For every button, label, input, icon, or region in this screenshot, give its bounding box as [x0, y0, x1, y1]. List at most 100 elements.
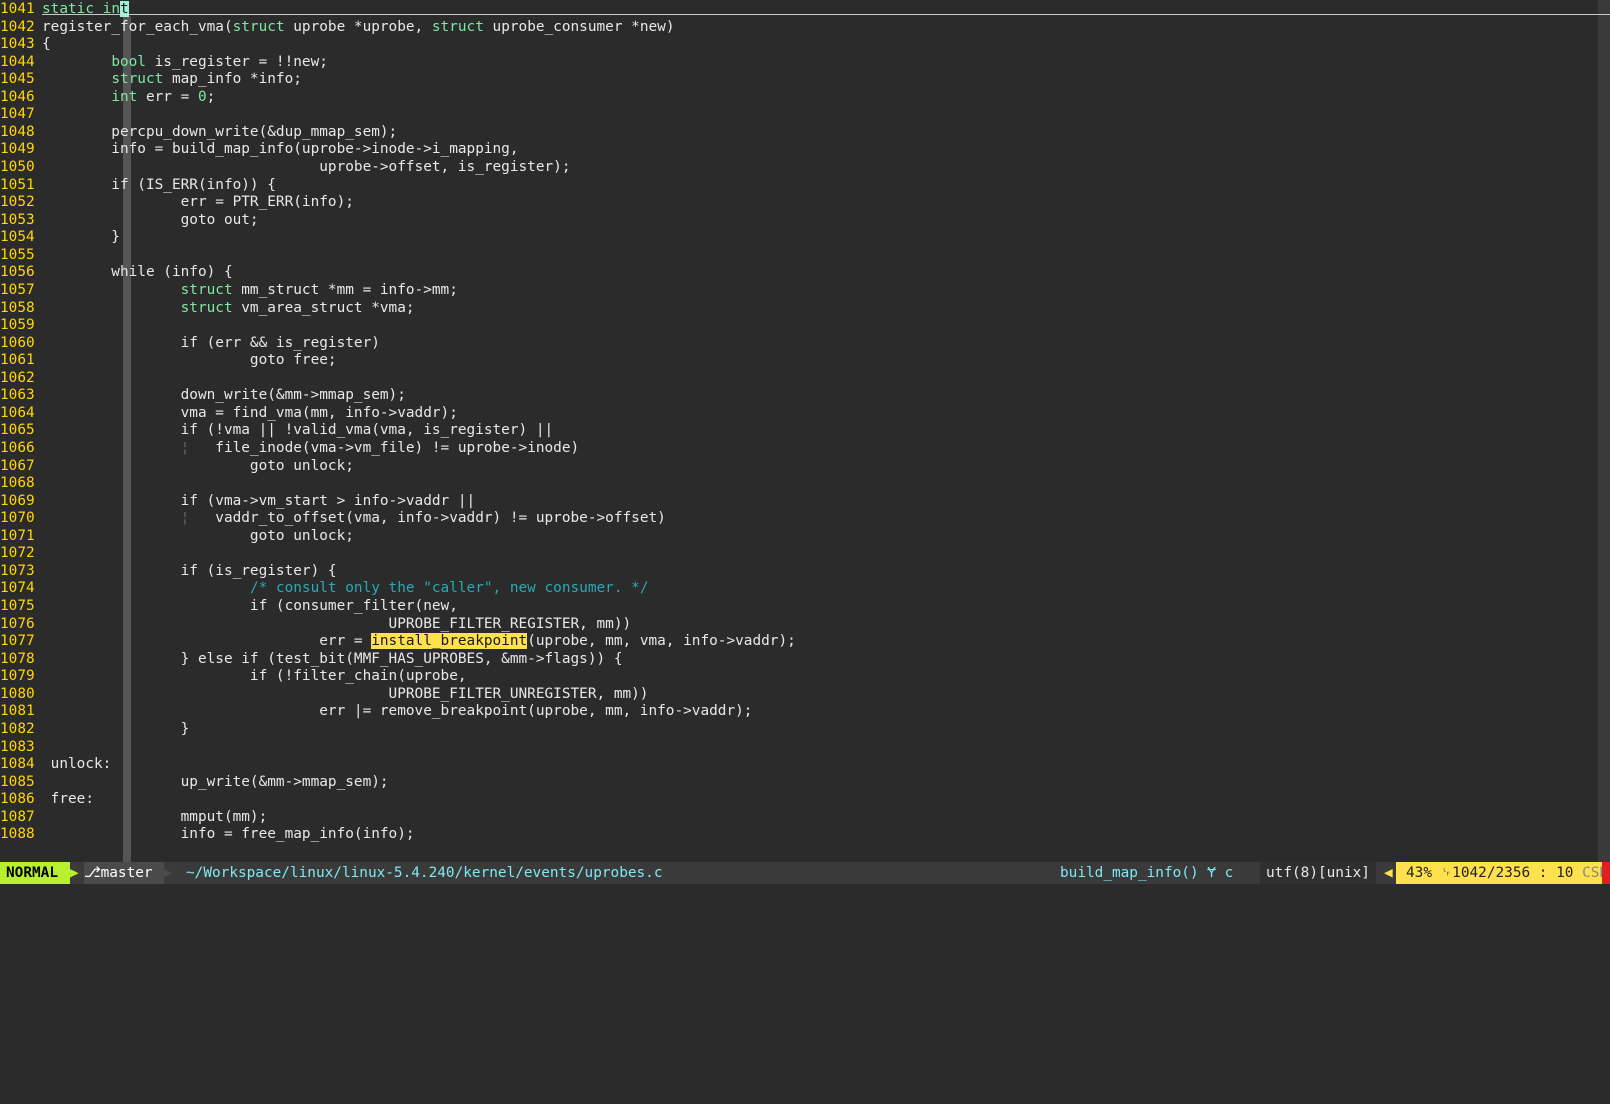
code-line[interactable]: 1085 up_write(&mm->mmap_sem); — [0, 773, 389, 791]
error-marker — [1602, 862, 1610, 884]
code-line[interactable]: 1087 mmput(mm); — [0, 808, 267, 826]
code-line[interactable]: 1086 free: — [0, 790, 94, 808]
code-line[interactable]: 1064 vma = find_vma(mm, info->vaddr); — [0, 404, 458, 422]
code-line[interactable]: 1044 bool is_register = !!new; — [0, 53, 328, 71]
code-line[interactable]: 1075 if (consumer_filter(new, — [0, 597, 458, 615]
line-code: } — [42, 229, 120, 246]
git-branch: ⎇master — [84, 862, 164, 884]
line-number: 1071 — [0, 527, 35, 544]
code-line[interactable]: 1080 UPROBE_FILTER_UNREGISTER, mm)) — [0, 685, 648, 703]
code-line[interactable]: 1062 — [0, 369, 37, 387]
code-line[interactable]: 1077 err = install_breakpoint(uprobe, mm… — [0, 632, 796, 650]
line-code: percpu_down_write(&dup_mmap_sem); — [42, 123, 398, 140]
position-text: 43% ␊1042/2356 : 10 — [1406, 865, 1574, 881]
code-line[interactable]: 1048 percpu_down_write(&dup_mmap_sem); — [0, 123, 397, 141]
line-number: 1063 — [0, 387, 35, 404]
line-number: 1045 — [0, 71, 35, 88]
line-number: 1066 — [0, 440, 35, 456]
line-code: free: — [42, 791, 94, 808]
line-number: 1059 — [0, 317, 35, 334]
line-number: 1077 — [0, 633, 35, 650]
line-code: if (is_register) { — [42, 562, 337, 579]
line-code: goto unlock; — [42, 527, 354, 544]
code-line[interactable]: 1052 err = PTR_ERR(info); — [0, 193, 354, 211]
line-number: 1052 — [0, 194, 35, 211]
line-number: 1048 — [0, 123, 35, 140]
line-code: if (consumer_filter(new, — [42, 598, 458, 615]
line-code: UPROBE_FILTER_REGISTER, mm)) — [42, 615, 632, 632]
code-line[interactable]: 1050 uprobe->offset, is_register); — [0, 158, 571, 176]
filetype: c — [1224, 865, 1234, 881]
line-code: if (vma->vm_start > info->vaddr || — [42, 492, 476, 509]
code-line[interactable]: 1081 err |= remove_breakpoint(uprobe, mm… — [0, 702, 752, 720]
command-line[interactable] — [0, 884, 1610, 889]
code-line[interactable]: 1074 /* consult only the "caller", new c… — [0, 579, 648, 597]
code-line[interactable]: 1056 while (info) { — [0, 263, 233, 281]
code-line[interactable]: 1055 — [0, 246, 37, 264]
line-number: 1086 — [0, 791, 35, 808]
function-name: build_map_info() — [1060, 865, 1199, 881]
line-number: 1042 — [0, 18, 35, 35]
code-line[interactable]: 1057 struct mm_struct *mm = info->mm; — [0, 281, 458, 299]
line-number: 1085 — [0, 773, 35, 790]
code-line[interactable]: 1045 struct map_info *info; — [0, 70, 302, 88]
code-line[interactable]: 1079 if (!filter_chain(uprobe, — [0, 667, 467, 685]
mode-indicator: NORMAL — [0, 862, 70, 884]
code-line[interactable]: 1041 static int — [0, 0, 129, 18]
code-line[interactable]: 1063 down_write(&mm->mmap_sem); — [0, 386, 406, 404]
line-code: if (IS_ERR(info)) { — [42, 176, 276, 193]
code-line[interactable]: 1069 if (vma->vm_start > info->vaddr || — [0, 492, 475, 510]
code-line[interactable]: 1072 — [0, 544, 37, 562]
code-line[interactable]: 1088 info = free_map_info(info); — [0, 825, 415, 843]
line-number: 1041 — [0, 1, 35, 17]
code-line[interactable]: 1046 int err = 0; — [0, 88, 215, 106]
line-code: ¦ file_inode(vma->vm_file) != uprobe->in… — [180, 440, 580, 456]
scrollbar[interactable] — [1598, 0, 1610, 862]
line-number: 1076 — [0, 615, 35, 632]
code-line[interactable]: 1076 UPROBE_FILTER_REGISTER, mm)) — [0, 615, 631, 633]
line-code: struct mm_struct *mm = info->mm; — [180, 281, 458, 298]
line-code: info = free_map_info(info); — [42, 826, 415, 843]
code-line[interactable]: 1082 } — [0, 720, 189, 738]
line-code: int err = 0; — [111, 88, 216, 105]
code-line[interactable]: 1071 goto unlock; — [0, 527, 354, 545]
line-code: } — [42, 720, 190, 737]
file-encoding: utf(8)[unix] — [1260, 862, 1376, 884]
line-number: 1073 — [0, 562, 35, 579]
code-line[interactable]: 1047 — [0, 105, 37, 123]
code-line[interactable]: 1061 goto free; — [0, 351, 337, 369]
code-line[interactable]: 1042 register_for_each_vma(struct uprobe … — [0, 18, 674, 36]
line-code: if (!vma || !valid_vma(vma, is_register)… — [42, 422, 554, 439]
line-code: goto out; — [42, 211, 259, 228]
line-number: 1074 — [0, 580, 35, 597]
code-line[interactable]: 1051 if (IS_ERR(info)) { — [0, 176, 276, 194]
separator-arrow-icon: ▶ — [164, 865, 173, 881]
line-number: 1056 — [0, 264, 35, 281]
code-line[interactable]: 1083 — [0, 738, 37, 756]
code-line[interactable]: 1053 goto out; — [0, 211, 259, 229]
code-line[interactable]: 1084 unlock: — [0, 755, 111, 773]
code-line[interactable]: 1065 if (!vma || !valid_vma(vma, is_regi… — [0, 421, 553, 439]
line-code: mmput(mm); — [42, 808, 268, 825]
code-line[interactable]: 1043 { — [0, 35, 51, 53]
line-number: 1067 — [0, 457, 35, 474]
code-line[interactable]: 1078 } else if (test_bit(MMF_HAS_UPROBES… — [0, 650, 622, 668]
code-line[interactable]: 1068 — [0, 474, 37, 492]
code-line[interactable]: 1059 — [0, 316, 37, 334]
code-line[interactable]: 1073 if (is_register) { — [0, 562, 337, 580]
code-editor[interactable]: 1041 static int 1042 register_for_each_vma(… — [0, 0, 1610, 862]
code-line[interactable]: 1067 goto unlock; — [0, 457, 354, 475]
code-line[interactable]: 1070 ¦ vaddr_to_offset(vma, info->vaddr)… — [0, 509, 666, 527]
line-number: 1075 — [0, 598, 35, 615]
line-number: 1080 — [0, 685, 35, 702]
line-number: 1058 — [0, 299, 35, 316]
cursor-line-underline — [42, 14, 1610, 15]
code-line[interactable]: 1054 } — [0, 228, 120, 246]
line-number: 1088 — [0, 826, 35, 843]
code-line[interactable]: 1060 if (err && is_register) — [0, 334, 380, 352]
line-code: vma = find_vma(mm, info->vaddr); — [42, 404, 458, 421]
line-code: struct map_info *info; — [111, 71, 302, 88]
code-line[interactable]: 1058 struct vm_area_struct *vma; — [0, 299, 415, 317]
code-line[interactable]: 1066 ¦ file_inode(vma->vm_file) != uprob… — [0, 439, 579, 457]
code-line[interactable]: 1049 info = build_map_info(uprobe->inode… — [0, 140, 519, 158]
